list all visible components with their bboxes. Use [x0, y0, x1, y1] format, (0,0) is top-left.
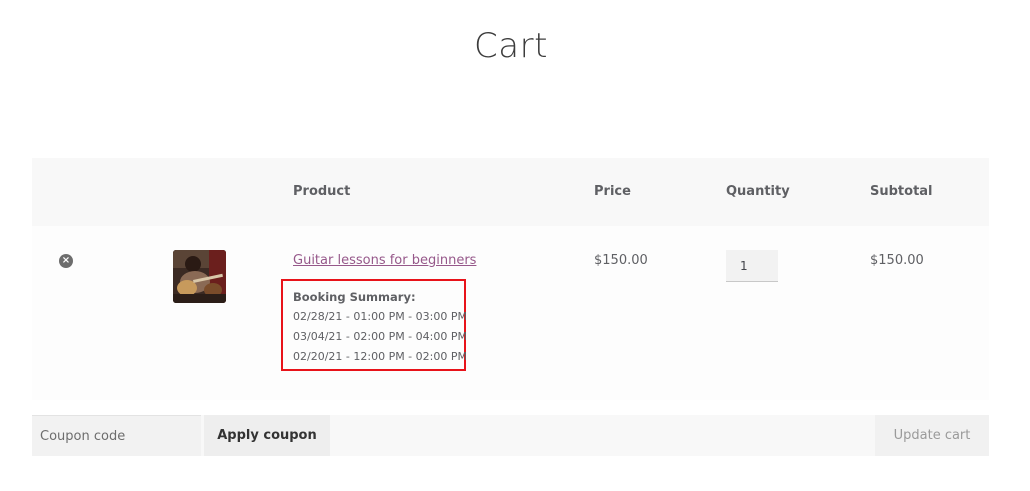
product-name-link[interactable]: Guitar lessons for beginners: [293, 253, 476, 268]
cart-actions: Apply coupon Update cart: [32, 415, 989, 456]
close-circle-icon[interactable]: ×: [59, 254, 73, 268]
quantity-input[interactable]: [726, 250, 778, 282]
column-header-price: Price: [594, 184, 631, 199]
column-header-subtotal: Subtotal: [870, 184, 933, 199]
apply-coupon-button[interactable]: Apply coupon: [204, 415, 330, 456]
column-header-product: Product: [293, 184, 351, 199]
column-header-quantity: Quantity: [726, 184, 790, 199]
coupon-code-input[interactable]: [32, 415, 201, 456]
update-cart-button[interactable]: Update cart: [875, 415, 989, 456]
booking-slot: 03/04/21 - 02:00 PM - 04:00 PM: [293, 330, 467, 343]
cart-item-row: × Guitar lessons for beginners Booking S…: [32, 226, 989, 400]
page-title: Cart: [474, 26, 548, 66]
item-price: $150.00: [594, 253, 648, 268]
booking-summary-title: Booking Summary:: [293, 290, 416, 304]
cart-table-header: Product Price Quantity Subtotal: [32, 158, 989, 226]
booking-summary: Booking Summary: 02/28/21 - 01:00 PM - 0…: [281, 279, 467, 371]
booking-slot: 02/20/21 - 12:00 PM - 02:00 PM: [293, 350, 467, 363]
product-thumbnail[interactable]: [173, 250, 226, 303]
booking-slot: 02/28/21 - 01:00 PM - 03:00 PM: [293, 310, 467, 323]
item-subtotal: $150.00: [870, 253, 924, 268]
cart-table: Product Price Quantity Subtotal × Guitar…: [32, 158, 989, 400]
